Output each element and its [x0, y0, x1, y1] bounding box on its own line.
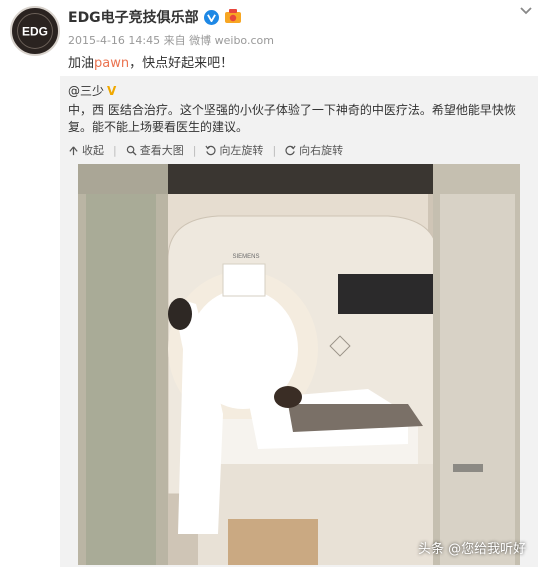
view-large-button[interactable]: 查看大图	[126, 142, 184, 158]
avatar[interactable]: EDG	[10, 6, 60, 56]
post-text: 加油pawn，快点好起来吧！	[68, 52, 233, 71]
rotate-right-icon	[285, 145, 296, 155]
search-icon	[126, 145, 137, 156]
post-photo[interactable]: SIEMENS	[78, 164, 520, 565]
post-source[interactable]: 来自 微博 weibo.com	[164, 34, 274, 47]
divider: |	[272, 143, 277, 157]
timestamp[interactable]: 2015-4-16 14:45	[68, 34, 160, 47]
post-text-highlight: pawn	[94, 56, 130, 71]
view-large-label: 查看大图	[139, 144, 184, 157]
rotate-left-label: 向左旋转	[219, 144, 264, 157]
image-actions: 收起 | 查看大图 | 向左旋转 | 向右旋转	[68, 142, 343, 158]
author-row: EDG电子竞技俱乐部	[68, 6, 242, 28]
post-text-after: ，快点好起来吧！	[129, 56, 234, 71]
divider: |	[113, 143, 117, 157]
rotate-left-button[interactable]: 向左旋转	[205, 142, 263, 158]
repost-author[interactable]: @三少	[68, 82, 104, 99]
repost-text: 中，西 医结合治疗。这个坚强的小伙子体验了一下神奇的中医疗法。希望他能早快恢复。…	[68, 103, 516, 134]
rotate-right-label: 向右旋转	[299, 144, 344, 157]
repost-author-row: @三少 V	[68, 82, 116, 99]
watermark: 头条 @您给我听好	[418, 542, 527, 557]
chevron-down-icon[interactable]	[518, 4, 534, 18]
gold-verified-icon: V	[107, 83, 117, 98]
rotate-left-icon	[205, 145, 216, 155]
avatar-logo-text: EDG	[22, 25, 48, 39]
post-text-before: 加油	[68, 56, 95, 71]
author-name[interactable]: EDG电子竞技俱乐部	[68, 7, 199, 27]
post-meta: 2015-4-16 14:45 来自 微博 weibo.com	[68, 32, 274, 48]
rotate-right-button[interactable]: 向右旋转	[285, 142, 343, 158]
medal-icon[interactable]	[224, 9, 242, 25]
scanner-brand: SIEMENS	[232, 254, 259, 260]
collapse-icon	[69, 145, 78, 155]
verified-icon	[203, 9, 219, 25]
collect-button[interactable]: 收起	[68, 142, 104, 158]
collect-label: 收起	[82, 144, 104, 157]
divider: |	[192, 143, 197, 157]
